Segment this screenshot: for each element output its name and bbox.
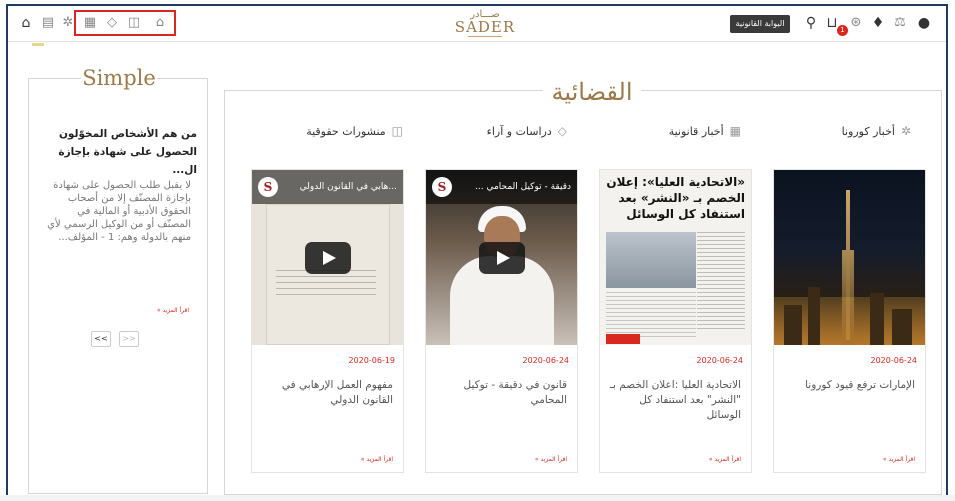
bottom-strip: [0, 495, 955, 501]
category-label: أخبار قانونية: [668, 125, 724, 138]
category-legal-publications[interactable]: منشورات حقوقية ◫: [306, 124, 403, 138]
notification-bell-icon[interactable]: ♦: [870, 15, 886, 31]
user-icon[interactable]: ●: [916, 15, 932, 31]
building: [870, 293, 884, 345]
newspaper-red-tag: [606, 334, 640, 344]
language-icon[interactable]: ⊛: [848, 15, 864, 31]
search-icon[interactable]: ⚲: [803, 15, 819, 31]
building: [784, 305, 802, 345]
card-read-more-link[interactable]: اقرأ المزيد »: [709, 456, 741, 463]
law-made-simple-panel: Simple من هم الأشخاص المخوّلون الحصول عل…: [28, 65, 208, 494]
newspaper-headline: «الاتحادية العليا»: إعلان الخصم بـ «النش…: [606, 175, 745, 221]
video-thumbnail[interactable]: ...هابي في القانون الدولي S: [252, 170, 403, 345]
simple-logo-text: Simple: [82, 66, 156, 90]
card-title[interactable]: الإمارات ترفع قيود كورونا: [783, 378, 915, 393]
card-date: 2020-06-24: [522, 356, 570, 365]
building: [808, 287, 820, 345]
sader-logo[interactable]: صـــادر SADER: [445, 9, 525, 41]
highlight-box: [74, 10, 176, 36]
newspaper-photo: [606, 232, 696, 288]
channel-logo-icon: S: [432, 177, 452, 197]
next-page-button[interactable]: >>: [119, 331, 140, 347]
sidebar-pager: << >>: [91, 326, 142, 347]
judicial-magazine-logo: القضائية: [543, 75, 641, 113]
card-date: 2020-06-19: [348, 356, 396, 365]
category-label: منشورات حقوقية: [306, 125, 386, 138]
browser-frame: ⌂ ▤ ✲ ▦ ◇ ◫ ⌂ صـــادر SADER البوابة القا…: [6, 4, 948, 497]
play-button-icon[interactable]: [478, 241, 525, 274]
news-card-corona[interactable]: 2020-06-24 الإمارات ترفع قيود كورونا اقر…: [773, 169, 926, 473]
video-thumbnail[interactable]: دقيقة - توكيل المحامي ... S: [426, 170, 577, 345]
newspaper-clipping-image[interactable]: «الاتحادية العليا»: إعلان الخصم بـ «النش…: [600, 170, 751, 345]
card-title[interactable]: مفهوم العمل الإرهابي في القانون الدولي: [261, 378, 393, 408]
home-icon[interactable]: ⌂: [18, 15, 34, 31]
card-date: 2020-06-24: [870, 356, 918, 365]
category-studies-opinions[interactable]: دراسات و آراء ◇: [487, 124, 567, 138]
virus-icon: ✲: [900, 124, 911, 138]
law-made-simple-logo: Simple: [81, 65, 157, 93]
card-title[interactable]: قانون في دقيقة - توكيل المحامي: [435, 378, 567, 408]
category-label: دراسات و آراء: [486, 125, 552, 138]
newspaper-text-column: [697, 232, 745, 332]
dubai-skyline-image[interactable]: [774, 170, 925, 345]
card-read-more-link[interactable]: اقرأ المزيد »: [535, 456, 567, 463]
sidebar-answer-excerpt: لا يقبل طلب الحصول على شهادة بإجازة المص…: [47, 180, 191, 243]
document-icon[interactable]: ▤: [40, 15, 56, 31]
cart-count-badge: 1: [837, 25, 848, 36]
newspaper-text-column: [606, 292, 696, 340]
news-card-studies[interactable]: دقيقة - توكيل المحامي ... S 2020-06-24 ق…: [425, 169, 578, 473]
scales-icon[interactable]: ⚖: [892, 15, 908, 31]
legal-portal-button[interactable]: البوابة القانونية: [730, 15, 790, 33]
category-legal-news[interactable]: أخبار قانونية ▦: [669, 124, 741, 138]
news-card-legal[interactable]: «الاتحادية العليا»: إعلان الخصم بـ «النش…: [599, 169, 752, 473]
category-corona-news[interactable]: أخبار كورونا ✲: [842, 124, 911, 138]
logo-underline: [468, 36, 502, 37]
category-label: أخبار كورونا: [841, 125, 895, 138]
graduation-cap-icon: ◇: [557, 124, 567, 138]
play-button-icon[interactable]: [304, 241, 351, 274]
news-card-publications[interactable]: ...هابي في القانون الدولي S 2020-06-19 م…: [251, 169, 404, 473]
card-read-more-link[interactable]: اقرأ المزيد »: [361, 456, 393, 463]
gold-accent-dash: [32, 43, 44, 46]
prev-page-button[interactable]: <<: [91, 331, 111, 347]
publications-icon: ◫: [391, 124, 403, 138]
top-header: ⌂ ▤ ✲ ▦ ◇ ◫ ⌂ صـــادر SADER البوابة القا…: [8, 6, 946, 42]
channel-logo-icon: S: [258, 177, 278, 197]
logo-english: SADER: [454, 18, 516, 36]
book-cover-text: [276, 270, 376, 300]
sidebar-read-more-link[interactable]: اقرأ المزيد »: [157, 307, 189, 314]
building: [892, 309, 912, 345]
sidebar-question-title[interactable]: من هم الأشخاص المخوّلون الحصول على شهادة…: [37, 125, 197, 179]
judicial-magazine-panel: القضائية أخبار كورونا ✲ أخبار قانونية ▦ در…: [224, 75, 942, 495]
card-date: 2020-06-24: [696, 356, 744, 365]
legal-news-icon: ▦: [729, 124, 741, 138]
card-read-more-link[interactable]: اقرأ المزيد »: [883, 456, 915, 463]
card-title[interactable]: الاتحادية العليا :اعلان الخصم بـ "النشر"…: [609, 378, 741, 423]
